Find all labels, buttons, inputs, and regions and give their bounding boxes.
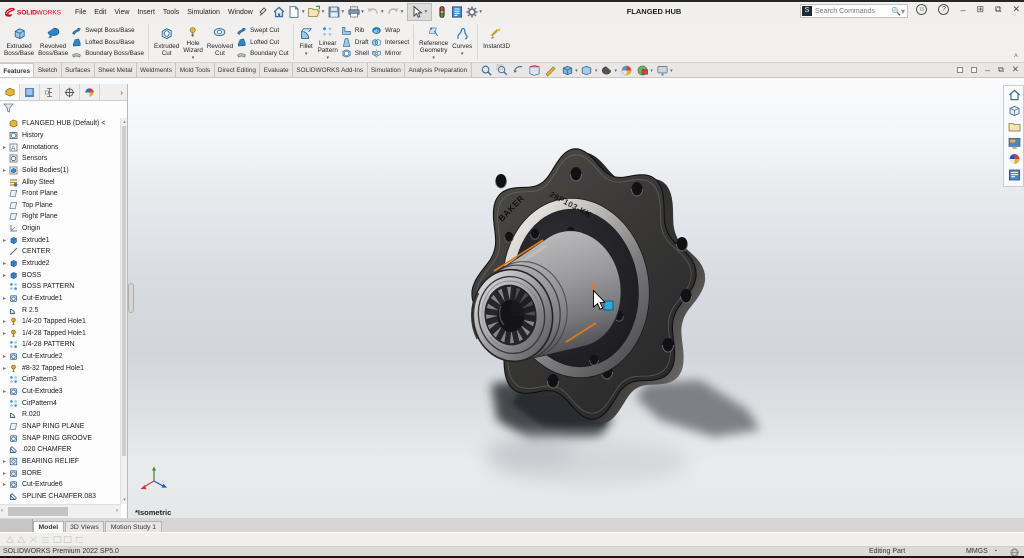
svg-text:SOLID: SOLID: [17, 10, 37, 17]
svg-text:WORKS: WORKS: [37, 10, 62, 17]
svg-text:ab: ab: [374, 28, 380, 33]
svg-text:A: A: [11, 145, 16, 152]
